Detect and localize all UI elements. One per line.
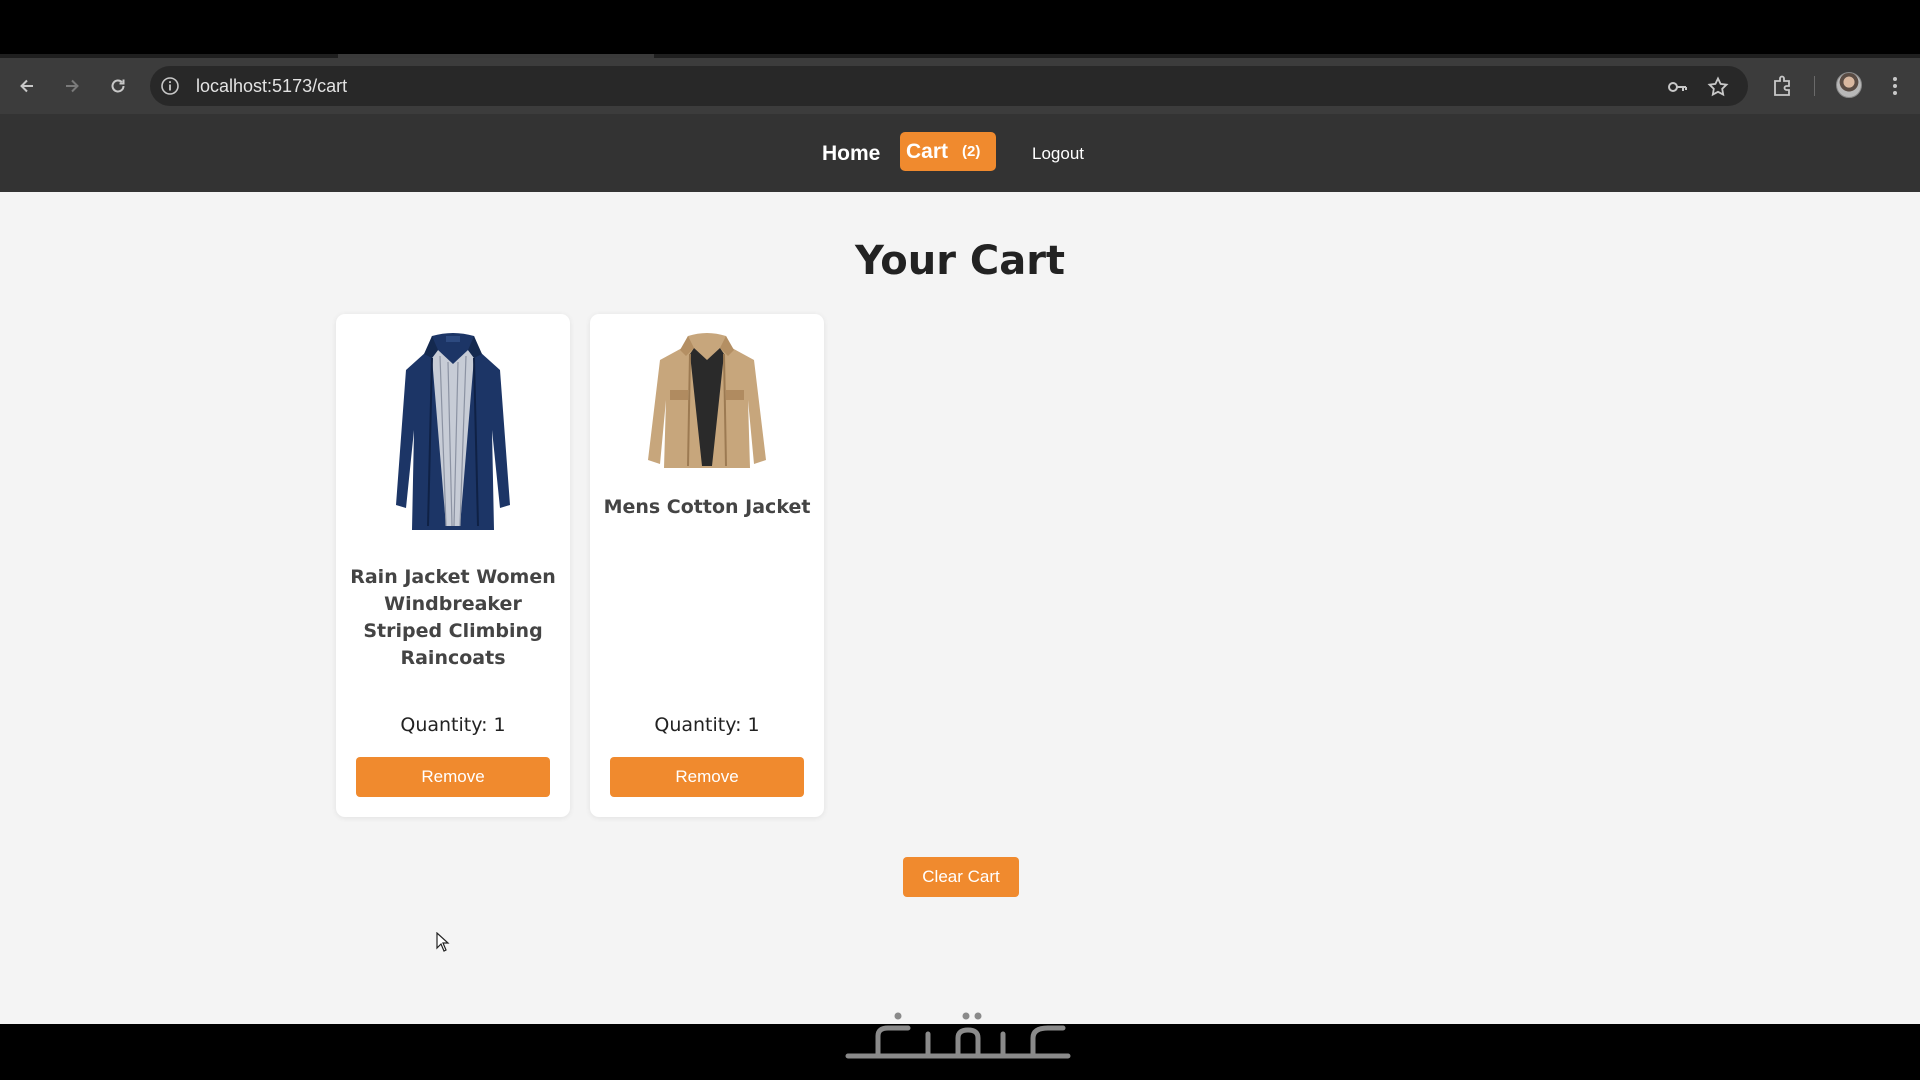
star-icon[interactable] — [1707, 76, 1729, 98]
site-navbar: Home Cart (2) Logout — [0, 114, 1920, 192]
back-arrow-icon[interactable] — [11, 70, 43, 102]
product-quantity: Quantity: 1 — [654, 714, 760, 736]
product-image — [336, 330, 570, 540]
puzzle-icon[interactable] — [1770, 73, 1796, 99]
nav-cart-label: Cart — [906, 139, 949, 163]
screen-top-bar — [0, 0, 1920, 56]
remove-button[interactable]: Remove — [610, 757, 804, 797]
web-page: Home Cart (2) Logout Your Cart Rain Jack… — [0, 114, 1920, 1024]
watermark-logo — [845, 1012, 1071, 1059]
product-quantity: Quantity: 1 — [400, 714, 506, 736]
profile-avatar[interactable] — [1836, 72, 1862, 98]
cotton-jacket-image — [648, 333, 766, 468]
cart-item-card: Mens Cotton Jacket Quantity: 1 Remove — [590, 314, 824, 817]
cart-count-badge: (2) — [962, 143, 981, 160]
forward-arrow-icon[interactable] — [56, 70, 88, 102]
remove-button[interactable]: Remove — [356, 757, 550, 797]
browser-toolbar: localhost:5173/cart — [0, 58, 1920, 114]
nav-logout-link[interactable]: Logout — [1032, 144, 1084, 164]
mouse-cursor-icon — [436, 932, 450, 952]
product-name: Rain Jacket Women Windbreaker Striped Cl… — [350, 566, 556, 669]
reload-icon[interactable] — [102, 70, 134, 102]
info-icon[interactable] — [160, 76, 180, 96]
rain-jacket-image — [396, 333, 510, 530]
product-name: Mens Cotton Jacket — [603, 496, 811, 518]
address-bar[interactable]: localhost:5173/cart — [150, 66, 1748, 106]
page-title: Your Cart — [854, 238, 1066, 284]
product-image — [590, 330, 824, 470]
key-icon[interactable] — [1666, 76, 1688, 98]
kebab-menu-icon[interactable] — [1882, 73, 1908, 99]
nav-cart-link[interactable]: Cart (2) — [900, 132, 996, 171]
cart-item-card: Rain Jacket Women Windbreaker Striped Cl… — [336, 314, 570, 817]
toolbar-divider — [1814, 76, 1815, 96]
clear-cart-button[interactable]: Clear Cart — [903, 857, 1019, 897]
nav-home-link[interactable]: Home — [822, 142, 880, 166]
url-text[interactable]: localhost:5173/cart — [196, 66, 347, 106]
